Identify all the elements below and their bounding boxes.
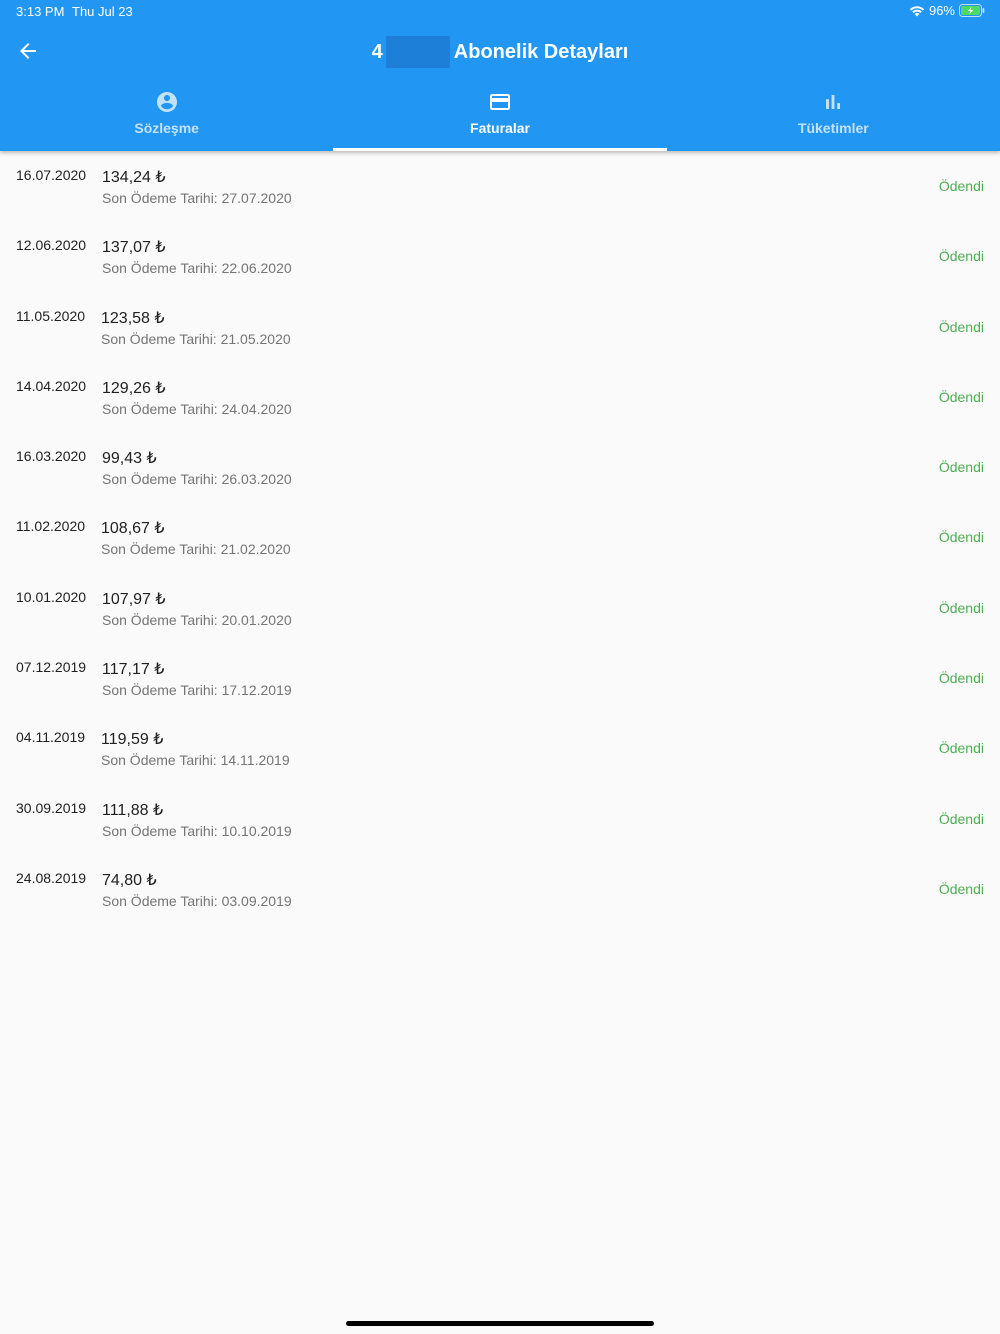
invoice-due-date: Son Ödeme Tarihi: 17.12.2019 <box>102 682 292 699</box>
wifi-icon <box>909 5 925 16</box>
redacted-block <box>385 36 450 68</box>
tab-label: Tüketimler <box>797 120 869 136</box>
invoice-details: 108,67 ₺ Son Ödeme Tarihi: 21.02.2020 <box>101 519 291 558</box>
invoice-details: 137,07 ₺ Son Ödeme Tarihi: 22.06.2020 <box>102 238 292 277</box>
invoice-date: 11.02.2020 <box>16 518 86 535</box>
tab-label: Faturalar <box>470 120 530 136</box>
invoice-due-date: Son Ödeme Tarihi: 10.10.2019 <box>102 822 292 839</box>
invoice-amount: 134,24 ₺ <box>102 169 166 186</box>
invoice-due-date: Son Ödeme Tarihi: 20.01.2020 <box>102 611 292 628</box>
invoice-date: 16.03.2020 <box>16 448 87 465</box>
app-bar: 3:13 PM Thu Jul 23 96% 4 Abonelik Detayl… <box>0 0 1000 151</box>
invoice-amount: 117,17 ₺ <box>102 661 165 679</box>
title-text: Abonelik Detayları <box>453 40 629 63</box>
invoice-date: 04.11.2019 <box>16 729 86 746</box>
invoice-details: 119,59 ₺ Son Ödeme Tarihi: 14.11.2019 <box>101 730 290 769</box>
payment-status: Ödendi <box>938 388 984 405</box>
invoice-due-date: Son Ödeme Tarihi: 24.04.2020 <box>102 400 292 417</box>
invoice-due-date: Son Ödeme Tarihi: 27.07.2020 <box>102 190 292 206</box>
invoice-details: 123,58 ₺ Son Ödeme Tarihi: 21.05.2020 <box>101 309 291 348</box>
invoice-details: 99,43 ₺ Son Ödeme Tarihi: 26.03.2020 <box>102 449 292 488</box>
status-bar: 3:13 PM Thu Jul 23 96% <box>0 0 1000 24</box>
invoice-row[interactable]: 07.12.2019 117,17 ₺ Son Ödeme Tarihi: 17.1… <box>0 643 1000 713</box>
status-time: 3:13 PM <box>16 4 65 19</box>
payment-status: Ödendi <box>938 740 984 757</box>
page-title: 4 Abonelik Detayları <box>0 36 1000 68</box>
invoice-row[interactable]: 11.02.2020 108,67 ₺ Son Ödeme Tarihi: 21.0… <box>0 502 1000 572</box>
invoice-list: 16.07.2020 134,24 ₺ Son Ödeme Tarihi: 27.0… <box>0 151 1000 924</box>
invoice-amount: 119,59 ₺ <box>101 731 164 749</box>
invoice-amount: 108,67 ₺ <box>101 520 165 538</box>
invoice-details: 111,88 ₺ Son Ödeme Tarihi: 10.10.2019 <box>102 801 292 840</box>
tab-bar: Sözleşme Faturalar Tüketimler <box>0 81 1000 151</box>
invoice-amount: 99,43 ₺ <box>102 450 157 468</box>
invoice-row[interactable]: 12.06.2020 137,07 ₺ Son Ödeme Tarihi: 22.0… <box>0 221 1000 291</box>
invoice-due-date: Son Ödeme Tarihi: 03.09.2019 <box>102 892 292 909</box>
invoice-date: 14.04.2020 <box>16 377 87 394</box>
battery-charging-icon <box>959 4 985 17</box>
payment-status: Ödendi <box>938 178 984 194</box>
invoice-due-date: Son Ödeme Tarihi: 26.03.2020 <box>102 471 292 488</box>
home-indicator <box>346 1321 654 1326</box>
invoice-row[interactable]: 10.01.2020 107,97 ₺ Son Ödeme Tarihi: 20.0… <box>0 573 1000 643</box>
payment-status: Ödendi <box>938 599 984 616</box>
tab-label: Sözleşme <box>134 120 199 136</box>
payment-status: Ödendi <box>938 248 984 265</box>
bar-chart-icon <box>826 95 841 109</box>
invoice-due-date: Son Ödeme Tarihi: 21.02.2020 <box>101 541 291 558</box>
payment-status: Ödendi <box>938 880 984 897</box>
status-indicators: 96% <box>909 3 985 18</box>
invoice-date: 12.06.2020 <box>16 237 87 254</box>
invoice-amount: 107,97 ₺ <box>102 590 166 608</box>
invoice-row[interactable]: 24.08.2019 74,80 ₺ Son Ödeme Tarihi: 03.09… <box>0 854 1000 924</box>
invoice-details: 117,17 ₺ Son Ödeme Tarihi: 17.12.2019 <box>102 660 292 699</box>
tab-faturalar[interactable]: Faturalar <box>333 81 667 151</box>
invoice-date: 16.07.2020 <box>16 167 87 183</box>
payment-status: Ödendi <box>938 810 984 827</box>
invoice-due-date: Son Ödeme Tarihi: 21.05.2020 <box>101 330 291 347</box>
invoice-row[interactable]: 11.05.2020 123,58 ₺ Son Ödeme Tarihi: 21.0… <box>0 292 1000 362</box>
payment-status: Ödendi <box>938 670 984 687</box>
invoice-details: 134,24 ₺ Son Ödeme Tarihi: 27.07.2020 <box>102 168 292 207</box>
battery-percent: 96% <box>928 3 955 18</box>
credit-card-icon <box>489 94 510 110</box>
invoice-details: 129,26 ₺ Son Ödeme Tarihi: 24.04.2020 <box>102 379 292 418</box>
invoice-date: 10.01.2020 <box>16 588 87 605</box>
payment-status: Ödendi <box>938 529 984 546</box>
invoice-date: 24.08.2019 <box>16 869 87 886</box>
invoice-amount: 74,80 ₺ <box>102 871 157 889</box>
invoice-row[interactable]: 16.07.2020 134,24 ₺ Son Ödeme Tarihi: 27.0… <box>0 151 1000 221</box>
invoice-amount: 123,58 ₺ <box>101 309 165 327</box>
invoice-details: 107,97 ₺ Son Ödeme Tarihi: 20.01.2020 <box>102 590 292 629</box>
invoice-amount: 111,88 ₺ <box>102 801 164 819</box>
invoice-due-date: Son Ödeme Tarihi: 22.06.2020 <box>102 260 292 277</box>
tab-sozlesme[interactable]: Sözleşme <box>0 81 333 151</box>
status-date: Thu Jul 23 <box>72 4 133 19</box>
title-prefix: 4 <box>371 40 383 63</box>
invoice-row[interactable]: 16.03.2020 99,43 ₺ Son Ödeme Tarihi: 26.03… <box>0 432 1000 502</box>
invoice-due-date: Son Ödeme Tarihi: 14.11.2019 <box>101 752 290 769</box>
payment-status: Ödendi <box>938 459 984 476</box>
invoice-details: 74,80 ₺ Son Ödeme Tarihi: 03.09.2019 <box>102 871 292 910</box>
payment-status: Ödendi <box>938 318 984 335</box>
account-circle-icon <box>156 92 177 112</box>
invoice-date: 07.12.2019 <box>16 659 87 676</box>
invoice-date: 30.09.2019 <box>16 799 87 816</box>
tab-tuketimler[interactable]: Tüketimler <box>667 81 1000 151</box>
invoice-row[interactable]: 14.04.2020 129,26 ₺ Son Ödeme Tarihi: 24.0… <box>0 362 1000 432</box>
invoice-amount: 137,07 ₺ <box>102 239 166 257</box>
invoice-date: 11.05.2020 <box>16 307 86 324</box>
invoice-row[interactable]: 04.11.2019 119,59 ₺ Son Ödeme Tarihi: 14.1… <box>0 713 1000 783</box>
invoice-amount: 129,26 ₺ <box>102 379 166 397</box>
invoice-row[interactable]: 30.09.2019 111,88 ₺ Son Ödeme Tarihi: 10.1… <box>0 784 1000 854</box>
